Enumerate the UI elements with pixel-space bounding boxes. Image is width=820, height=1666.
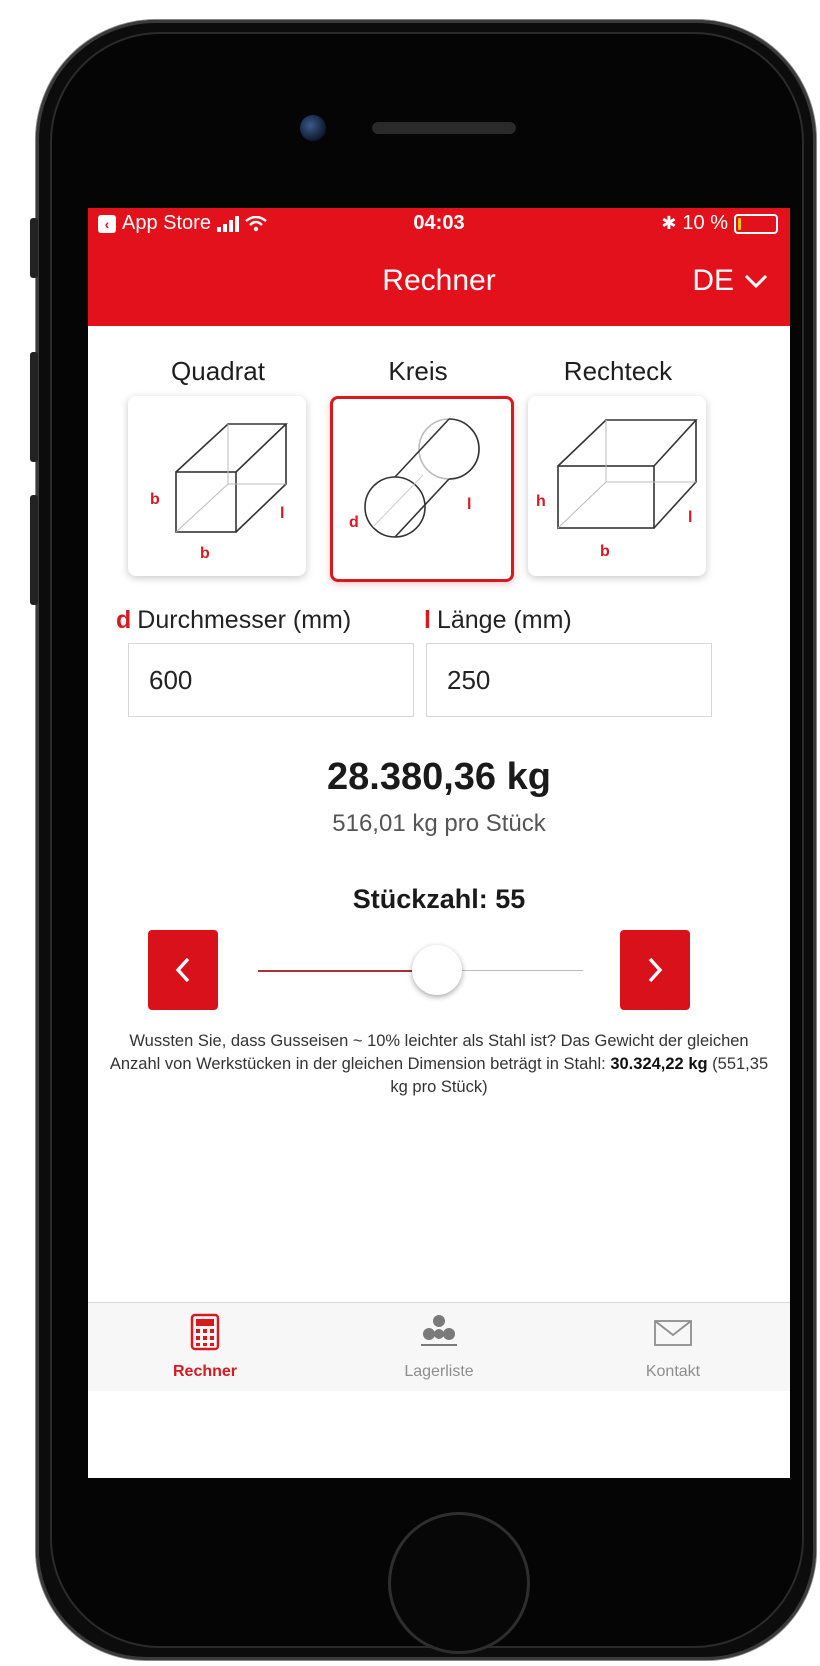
square-bar-icon: b b l (150, 423, 288, 562)
nav-bar: Rechner DE (88, 238, 790, 326)
battery-level (738, 217, 741, 230)
decrease-quantity-button[interactable] (148, 930, 218, 1010)
diameter-mark: d (116, 606, 132, 634)
dim-label-right: l (688, 509, 692, 526)
dim-label-bottom: b (600, 543, 610, 560)
mute-switch (30, 218, 38, 278)
round-bar-icon: d l (349, 418, 480, 538)
quantity-label: Stückzahl: 55 (352, 884, 526, 914)
diameter-input[interactable] (128, 643, 414, 717)
volume-up-button (30, 352, 38, 462)
language-label: DE (692, 264, 734, 297)
shape-label-kreis: Kreis (388, 356, 448, 386)
steel-total: 30.324,22 kg (610, 1055, 708, 1073)
app-screen: ‹ App Store 04:03 ✱ 10 % Rechner DE Quad… (88, 208, 790, 1478)
length-label-text: Länge (mm) (436, 606, 572, 634)
chevron-left-icon (175, 957, 190, 983)
total-weight: 28.380,36 kg (327, 756, 551, 798)
shape-card-kreis[interactable]: d l (330, 396, 514, 582)
tab-label: Kontakt (645, 1363, 701, 1380)
tab-lagerliste[interactable]: Lagerliste (322, 1303, 556, 1391)
home-button[interactable] (388, 1512, 530, 1654)
tab-label: Rechner (172, 1363, 238, 1380)
increase-quantity-button[interactable] (620, 930, 690, 1010)
status-right: ✱ 10 % (661, 212, 778, 235)
shape-card-quadrat[interactable]: b b l (128, 396, 306, 576)
steel-comparison-info: Wussten Sie, dass Gusseisen ~ 10% leicht… (106, 1030, 772, 1099)
dim-label-left: h (536, 493, 546, 510)
chevron-right-icon (648, 957, 663, 983)
dim-label-bottom: b (200, 545, 210, 562)
stock-list-icon (421, 1315, 457, 1346)
volume-down-button (30, 495, 38, 605)
shape-label-rechteck: Rechteck (563, 356, 673, 386)
slider-track-filled (258, 970, 437, 972)
bluetooth-icon: ✱ (661, 213, 677, 233)
shape-label-quadrat: Quadrat (171, 356, 265, 386)
rectangular-bar-icon: h b l (536, 419, 698, 560)
page-title: Rechner (382, 264, 496, 297)
length-input[interactable] (426, 643, 712, 717)
diameter-label: d Durchmesser (mm) (116, 606, 351, 635)
battery-icon (734, 213, 778, 234)
shape-card-rechteck[interactable]: h b l (528, 396, 706, 576)
tab-label: Lagerliste (404, 1363, 474, 1380)
quantity-slider-thumb[interactable] (411, 945, 462, 995)
chevron-down-icon (744, 274, 768, 288)
tab-kontakt[interactable]: Kontakt (556, 1303, 790, 1391)
front-camera (300, 115, 326, 141)
envelope-icon (654, 1320, 692, 1346)
length-label: l Länge (mm) (424, 606, 572, 635)
calculator-icon (190, 1313, 220, 1351)
dim-label-left: b (150, 491, 160, 508)
status-bar: ‹ App Store 04:03 ✱ 10 % (88, 208, 790, 238)
dim-label-left: d (349, 514, 359, 531)
diameter-label-text: Durchmesser (mm) (137, 606, 352, 634)
dim-label-right: l (280, 505, 284, 522)
tab-rechner[interactable]: Rechner (88, 1303, 322, 1391)
length-mark: l (424, 606, 431, 634)
dim-label-right: l (467, 496, 471, 513)
tab-bar: Rechner Lagerliste Kontakt (88, 1302, 790, 1391)
earpiece-speaker (372, 122, 516, 134)
battery-percent: 10 % (682, 212, 728, 234)
language-selector[interactable]: DE (692, 264, 768, 298)
weight-per-piece: 516,01 kg pro Stück (332, 810, 546, 837)
